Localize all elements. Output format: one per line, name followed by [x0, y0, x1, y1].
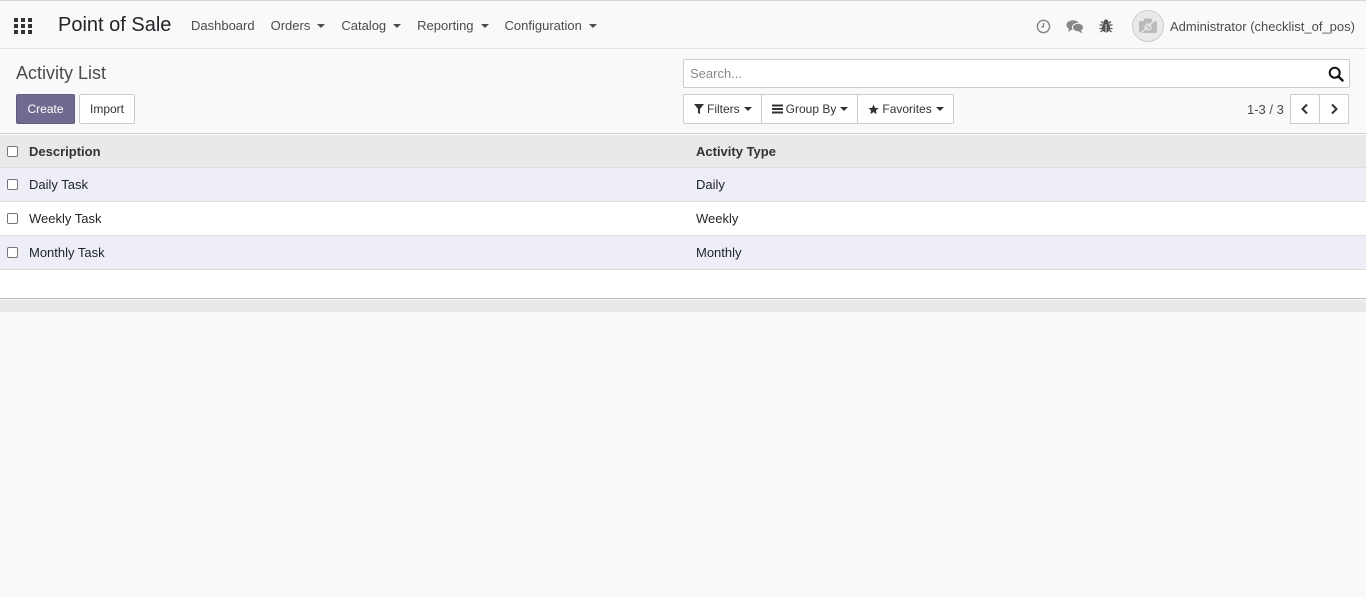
caret-down-icon: [393, 23, 402, 28]
favorites-label: Favorites: [882, 102, 932, 116]
cell-description: Monthly Task: [29, 245, 105, 260]
menu-catalog-label: Catalog: [341, 18, 387, 33]
row-checkbox[interactable]: [7, 247, 18, 258]
caret-down-icon: [743, 107, 752, 111]
cell-activity-type: Weekly: [696, 211, 739, 226]
clock-icon[interactable]: [1036, 19, 1051, 37]
caret-down-icon: [317, 23, 326, 28]
menu-configuration-label: Configuration: [504, 18, 582, 33]
avatar[interactable]: [1132, 10, 1164, 42]
apps-grid-icon[interactable]: [14, 18, 32, 34]
app-title[interactable]: Point of Sale: [58, 14, 171, 37]
pager-previous-button[interactable]: [1290, 94, 1320, 124]
caret-down-icon: [480, 23, 489, 28]
cell-description: Weekly Task: [29, 211, 102, 226]
filter-icon: [694, 104, 704, 114]
pager-buttons: [1290, 94, 1349, 124]
pager-value[interactable]: 1-3 / 3: [1247, 102, 1284, 117]
pager-next-button[interactable]: [1319, 94, 1349, 124]
table-header: Description Activity Type: [0, 135, 1366, 168]
menu-reporting-label: Reporting: [417, 18, 474, 33]
select-all-checkbox[interactable]: [7, 145, 18, 157]
caret-down-icon: [588, 23, 597, 28]
search-icon[interactable]: [1328, 66, 1344, 82]
chevron-left-icon: [1301, 103, 1308, 115]
table-footer: [0, 300, 1366, 312]
table-empty-row: [0, 270, 1366, 299]
filters-label: Filters: [707, 102, 740, 116]
menu-reporting[interactable]: Reporting: [409, 18, 496, 33]
cell-activity-type: Daily: [696, 177, 725, 192]
column-header-activity-type[interactable]: Activity Type: [696, 144, 776, 159]
chat-icon[interactable]: [1066, 19, 1084, 37]
search-input[interactable]: [684, 60, 1304, 87]
import-button[interactable]: Import: [79, 94, 135, 124]
user-menu[interactable]: Administrator (checklist_of_pos): [1170, 19, 1355, 34]
camera-icon: [1139, 18, 1157, 35]
row-checkbox[interactable]: [7, 213, 18, 224]
bug-icon[interactable]: [1098, 18, 1114, 37]
row-checkbox[interactable]: [7, 179, 18, 190]
menu-orders-label: Orders: [270, 18, 311, 33]
column-header-description[interactable]: Description: [29, 144, 101, 159]
bars-icon: [771, 104, 783, 114]
caret-down-icon: [935, 107, 944, 111]
caret-down-icon: [840, 107, 849, 111]
group-by-button[interactable]: Group By: [760, 94, 859, 124]
table-row[interactable]: Daily Task Daily: [0, 168, 1366, 202]
create-button[interactable]: Create: [16, 94, 75, 124]
search-box: [683, 59, 1350, 88]
cell-description: Daily Task: [29, 177, 89, 192]
search-options: Filters Group By Favorites: [683, 94, 954, 124]
menu-configuration[interactable]: Configuration: [497, 18, 605, 33]
cell-activity-type: Monthly: [696, 245, 742, 260]
main-menu: Dashboard Orders Catalog Reporting Confi…: [183, 18, 605, 33]
table-row[interactable]: Weekly Task Weekly: [0, 202, 1366, 236]
filters-button[interactable]: Filters: [683, 94, 762, 124]
group-by-label: Group By: [785, 102, 837, 116]
page-title: Activity List: [16, 63, 107, 83]
top-navbar: Point of Sale Dashboard Orders Catalog R…: [0, 0, 1366, 49]
table-row[interactable]: Monthly Task Monthly: [0, 236, 1366, 270]
menu-orders[interactable]: Orders: [263, 18, 334, 33]
activity-list-table: Description Activity Type Daily Task Dai…: [0, 135, 1366, 299]
menu-catalog[interactable]: Catalog: [333, 18, 409, 33]
menu-dashboard[interactable]: Dashboard: [183, 18, 263, 33]
favorites-button[interactable]: Favorites: [857, 94, 954, 124]
star-icon: [868, 103, 880, 115]
menu-dashboard-label: Dashboard: [191, 18, 255, 33]
control-panel: Activity List Create Import Filters Grou…: [0, 49, 1366, 134]
chevron-right-icon: [1331, 103, 1338, 115]
